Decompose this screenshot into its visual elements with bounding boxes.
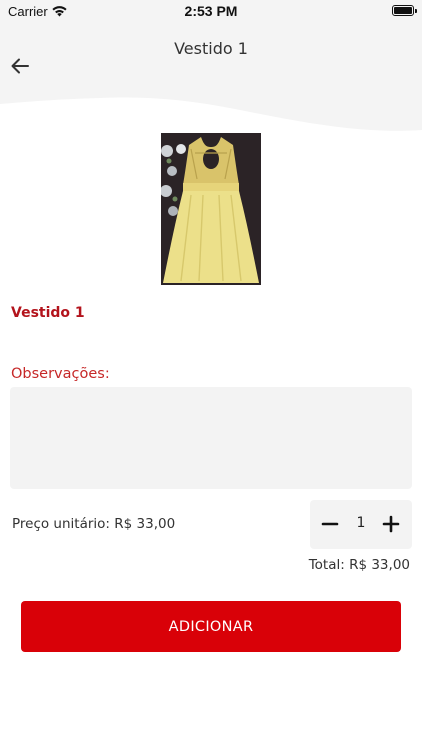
arrow-left-icon bbox=[11, 58, 29, 74]
observations-label: Observações: bbox=[11, 366, 110, 382]
battery-icon bbox=[392, 5, 417, 16]
add-button[interactable]: ADICIONAR bbox=[21, 601, 401, 652]
page-title: Vestido 1 bbox=[174, 39, 248, 58]
plus-icon[interactable] bbox=[379, 512, 403, 536]
total-price: Total: R$ 33,00 bbox=[308, 557, 410, 573]
observations-field[interactable] bbox=[10, 387, 412, 489]
quantity-stepper: 1 bbox=[310, 500, 412, 549]
status-bar: Carrier 2:53 PM bbox=[0, 0, 422, 22]
product-name: Vestido 1 bbox=[11, 305, 85, 321]
minus-icon[interactable] bbox=[318, 512, 342, 536]
product-image bbox=[161, 133, 261, 285]
unit-price: Preço unitário: R$ 33,00 bbox=[12, 516, 176, 532]
quantity-value: 1 bbox=[356, 515, 366, 531]
clock: 2:53 PM bbox=[184, 3, 238, 19]
